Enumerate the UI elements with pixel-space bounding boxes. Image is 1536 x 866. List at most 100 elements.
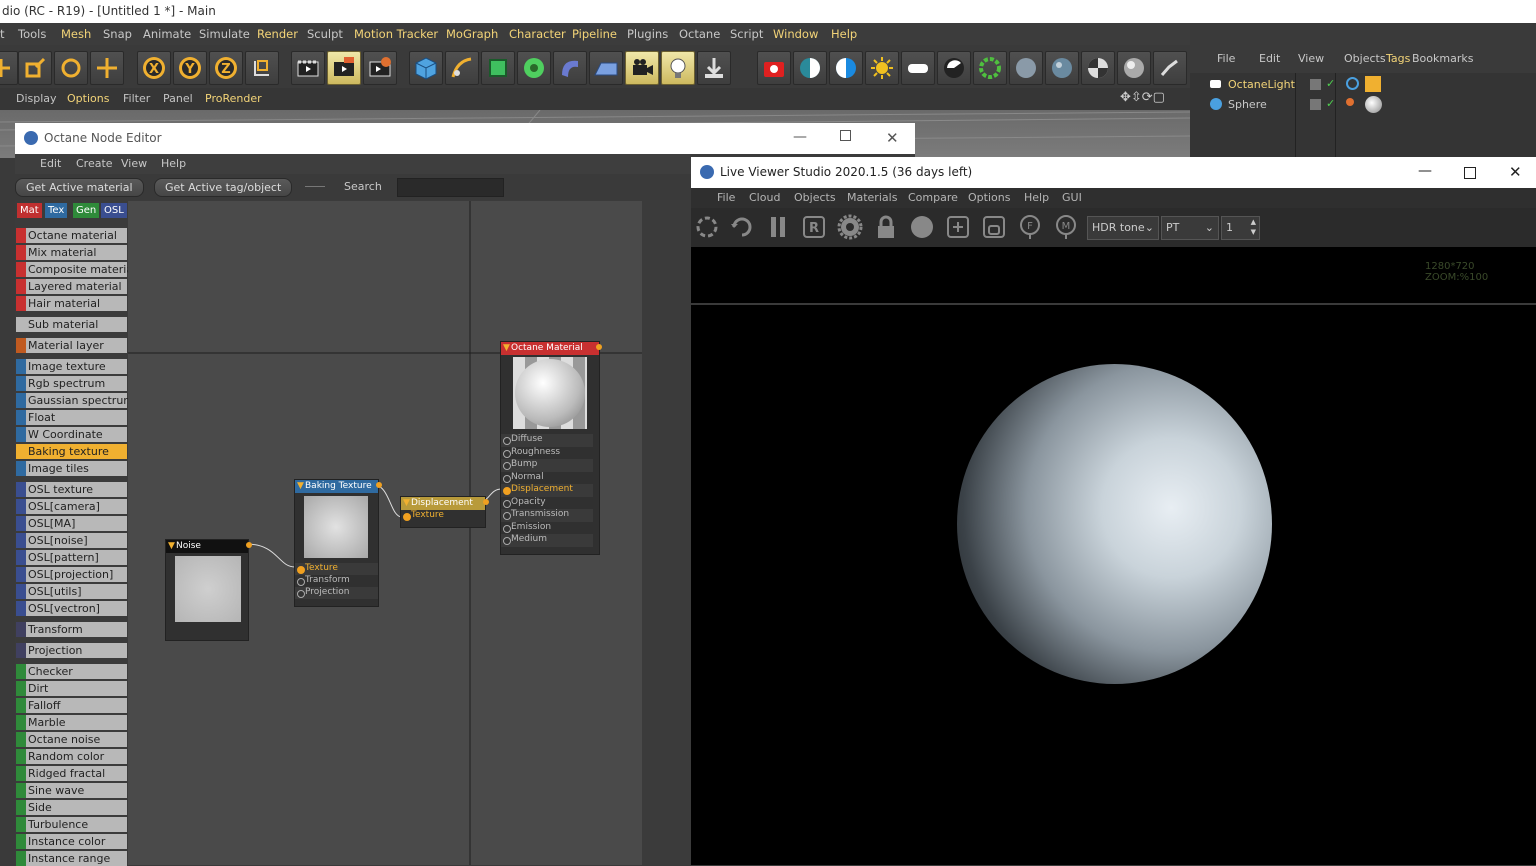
material-output-port[interactable] bbox=[596, 344, 602, 350]
baking-texture-node-header[interactable]: ▼ Baking Texture bbox=[295, 480, 378, 493]
object-menu-item-2[interactable]: View bbox=[1298, 45, 1324, 73]
pin-port[interactable] bbox=[503, 537, 511, 545]
x-axis-lock-button[interactable]: X bbox=[137, 51, 171, 85]
bend-deformer-button[interactable] bbox=[553, 51, 587, 85]
move-tool-button[interactable] bbox=[0, 51, 18, 85]
main-menu-item-15[interactable]: Window bbox=[773, 23, 818, 45]
main-menu-item-1[interactable]: Tools bbox=[18, 23, 46, 45]
pin-port[interactable] bbox=[297, 578, 305, 586]
render-count-stepper[interactable]: 1 ▲ ▼ bbox=[1221, 216, 1260, 240]
displacement-node[interactable]: ▼ Displacement Texture bbox=[400, 496, 489, 528]
tonemap-dropdown[interactable]: HDR tone ⌄ bbox=[1087, 216, 1159, 240]
node-list-item[interactable]: Transform bbox=[16, 622, 127, 637]
viewport-menu-item-4[interactable]: ProRender bbox=[205, 88, 262, 110]
node-list-item[interactable]: Octane material bbox=[16, 228, 127, 243]
material-pin-transmission[interactable]: Transmission bbox=[501, 509, 593, 522]
viewport-menu-item-2[interactable]: Filter bbox=[123, 88, 150, 110]
material-pin-diffuse[interactable]: Diffuse bbox=[501, 434, 593, 447]
object-row-sphere[interactable]: Sphere ✓ bbox=[1200, 95, 1536, 115]
live-viewer-menu-item-3[interactable]: Materials bbox=[847, 188, 897, 208]
lock-icon[interactable] bbox=[873, 214, 899, 240]
floor-object-button[interactable] bbox=[589, 51, 623, 85]
node-list-item[interactable]: Image tiles bbox=[16, 461, 127, 476]
render-picture-viewer-button[interactable] bbox=[327, 51, 361, 85]
material-pin-emission[interactable]: Emission bbox=[501, 522, 593, 535]
node-list-item[interactable]: OSL[MA] bbox=[16, 516, 127, 531]
maximize-button[interactable] bbox=[840, 130, 851, 141]
get-active-material-button[interactable]: Get Active material bbox=[15, 178, 144, 197]
node-list-item[interactable]: Random color bbox=[16, 749, 127, 764]
material-pin-medium[interactable]: Medium bbox=[501, 534, 593, 547]
node-graph-canvas[interactable]: ▼ Noise ▼ Baking Texture Texture Transform… bbox=[128, 201, 642, 865]
material-pin-displacement[interactable]: Displacement bbox=[501, 484, 593, 497]
node-list-item[interactable]: Hair material bbox=[16, 296, 127, 311]
minimize-button[interactable]: — bbox=[1418, 156, 1432, 187]
pin-port[interactable] bbox=[503, 437, 511, 445]
layer-icon[interactable] bbox=[1310, 79, 1321, 90]
rotate-tool-button[interactable] bbox=[54, 51, 88, 85]
live-viewer-menu-item-1[interactable]: Cloud bbox=[749, 188, 780, 208]
zoom-fit-icon[interactable] bbox=[981, 214, 1007, 240]
node-editor-menu-item-0[interactable]: Edit bbox=[40, 154, 61, 174]
main-menu-item-6[interactable]: Render bbox=[257, 23, 298, 45]
main-menu-item-3[interactable]: Snap bbox=[103, 23, 132, 45]
main-menu-item-2[interactable]: Mesh bbox=[61, 23, 91, 45]
restart-render-icon[interactable] bbox=[729, 214, 755, 240]
octane-tag-icon[interactable] bbox=[1365, 76, 1381, 92]
category-tab-tex[interactable]: Tex bbox=[45, 203, 68, 218]
pin-port[interactable] bbox=[503, 524, 511, 533]
viewport-navigation-icons[interactable]: ✥⇳⟳▢ bbox=[1120, 90, 1165, 105]
live-viewer-menu-item-0[interactable]: File bbox=[717, 188, 735, 208]
main-menu-item-13[interactable]: Octane bbox=[679, 23, 720, 45]
node-list-item[interactable]: Projection bbox=[16, 643, 127, 658]
material-picker-icon[interactable]: M bbox=[1053, 214, 1079, 240]
main-menu-item-14[interactable]: Script bbox=[730, 23, 763, 45]
pin-port[interactable] bbox=[403, 513, 411, 521]
coordinate-system-button[interactable] bbox=[245, 51, 279, 85]
settings-gear-icon[interactable] bbox=[837, 214, 863, 240]
node-list-item[interactable]: OSL[vectron] bbox=[16, 601, 127, 616]
send-scene-icon[interactable] bbox=[694, 214, 720, 240]
cloner-button[interactable] bbox=[517, 51, 551, 85]
viewport-menu-item-3[interactable]: Panel bbox=[163, 88, 193, 110]
object-menu-item-0[interactable]: File bbox=[1217, 45, 1235, 73]
octane-scatter-button[interactable] bbox=[973, 51, 1007, 85]
node-list-item[interactable]: Marble bbox=[16, 715, 127, 730]
live-viewer-menu-item-6[interactable]: Help bbox=[1024, 188, 1049, 208]
octane-material-button[interactable] bbox=[1009, 51, 1043, 85]
phong-tag-icon[interactable] bbox=[1346, 98, 1354, 106]
node-list-item[interactable]: Image texture bbox=[16, 359, 127, 374]
node-list-item[interactable]: W Coordinate bbox=[16, 427, 127, 442]
node-list-item[interactable]: OSL[projection] bbox=[16, 567, 127, 582]
node-list-item[interactable]: OSL[noise] bbox=[16, 533, 127, 548]
z-axis-lock-button[interactable]: Z bbox=[209, 51, 243, 85]
octane-metal-material-button[interactable] bbox=[1117, 51, 1151, 85]
pin-port[interactable] bbox=[503, 487, 511, 495]
node-editor-menu-item-3[interactable]: Help bbox=[161, 154, 186, 174]
node-list-item[interactable]: Material layer bbox=[16, 338, 127, 353]
light-tag-icon[interactable] bbox=[1346, 77, 1359, 90]
octane-node-tool-button[interactable] bbox=[1153, 51, 1187, 85]
node-list-item[interactable]: Checker bbox=[16, 664, 127, 679]
main-menu-item-8[interactable]: Motion Tracker bbox=[354, 23, 438, 45]
main-menu-item-9[interactable]: MoGraph bbox=[446, 23, 498, 45]
render-settings-button[interactable] bbox=[363, 51, 397, 85]
noise-node-header[interactable]: ▼ Noise bbox=[166, 540, 248, 553]
zoom-in-icon[interactable] bbox=[945, 214, 971, 240]
node-list-item[interactable]: Turbulence bbox=[16, 817, 127, 832]
camera-object-button[interactable] bbox=[625, 51, 659, 85]
pin-projection[interactable]: Projection bbox=[295, 587, 378, 599]
node-list-item[interactable]: OSL[utils] bbox=[16, 584, 127, 599]
node-list-item[interactable]: Float bbox=[16, 410, 127, 425]
material-tag-icon[interactable] bbox=[1365, 96, 1382, 113]
object-menu-item-3[interactable]: Objects bbox=[1344, 45, 1386, 73]
octane-daylight-button[interactable] bbox=[865, 51, 899, 85]
visibility-check-icon[interactable]: ✓ bbox=[1326, 74, 1335, 94]
node-list-item[interactable]: Gaussian spectrum bbox=[16, 393, 134, 408]
baking-output-port[interactable] bbox=[376, 482, 382, 488]
live-viewer-menu-item-5[interactable]: Options bbox=[968, 188, 1010, 208]
octane-targeted-light-button[interactable] bbox=[937, 51, 971, 85]
subdivision-surface-button[interactable] bbox=[481, 51, 515, 85]
scale-tool-button[interactable] bbox=[18, 51, 52, 85]
category-tab-mat[interactable]: Mat bbox=[17, 203, 42, 218]
